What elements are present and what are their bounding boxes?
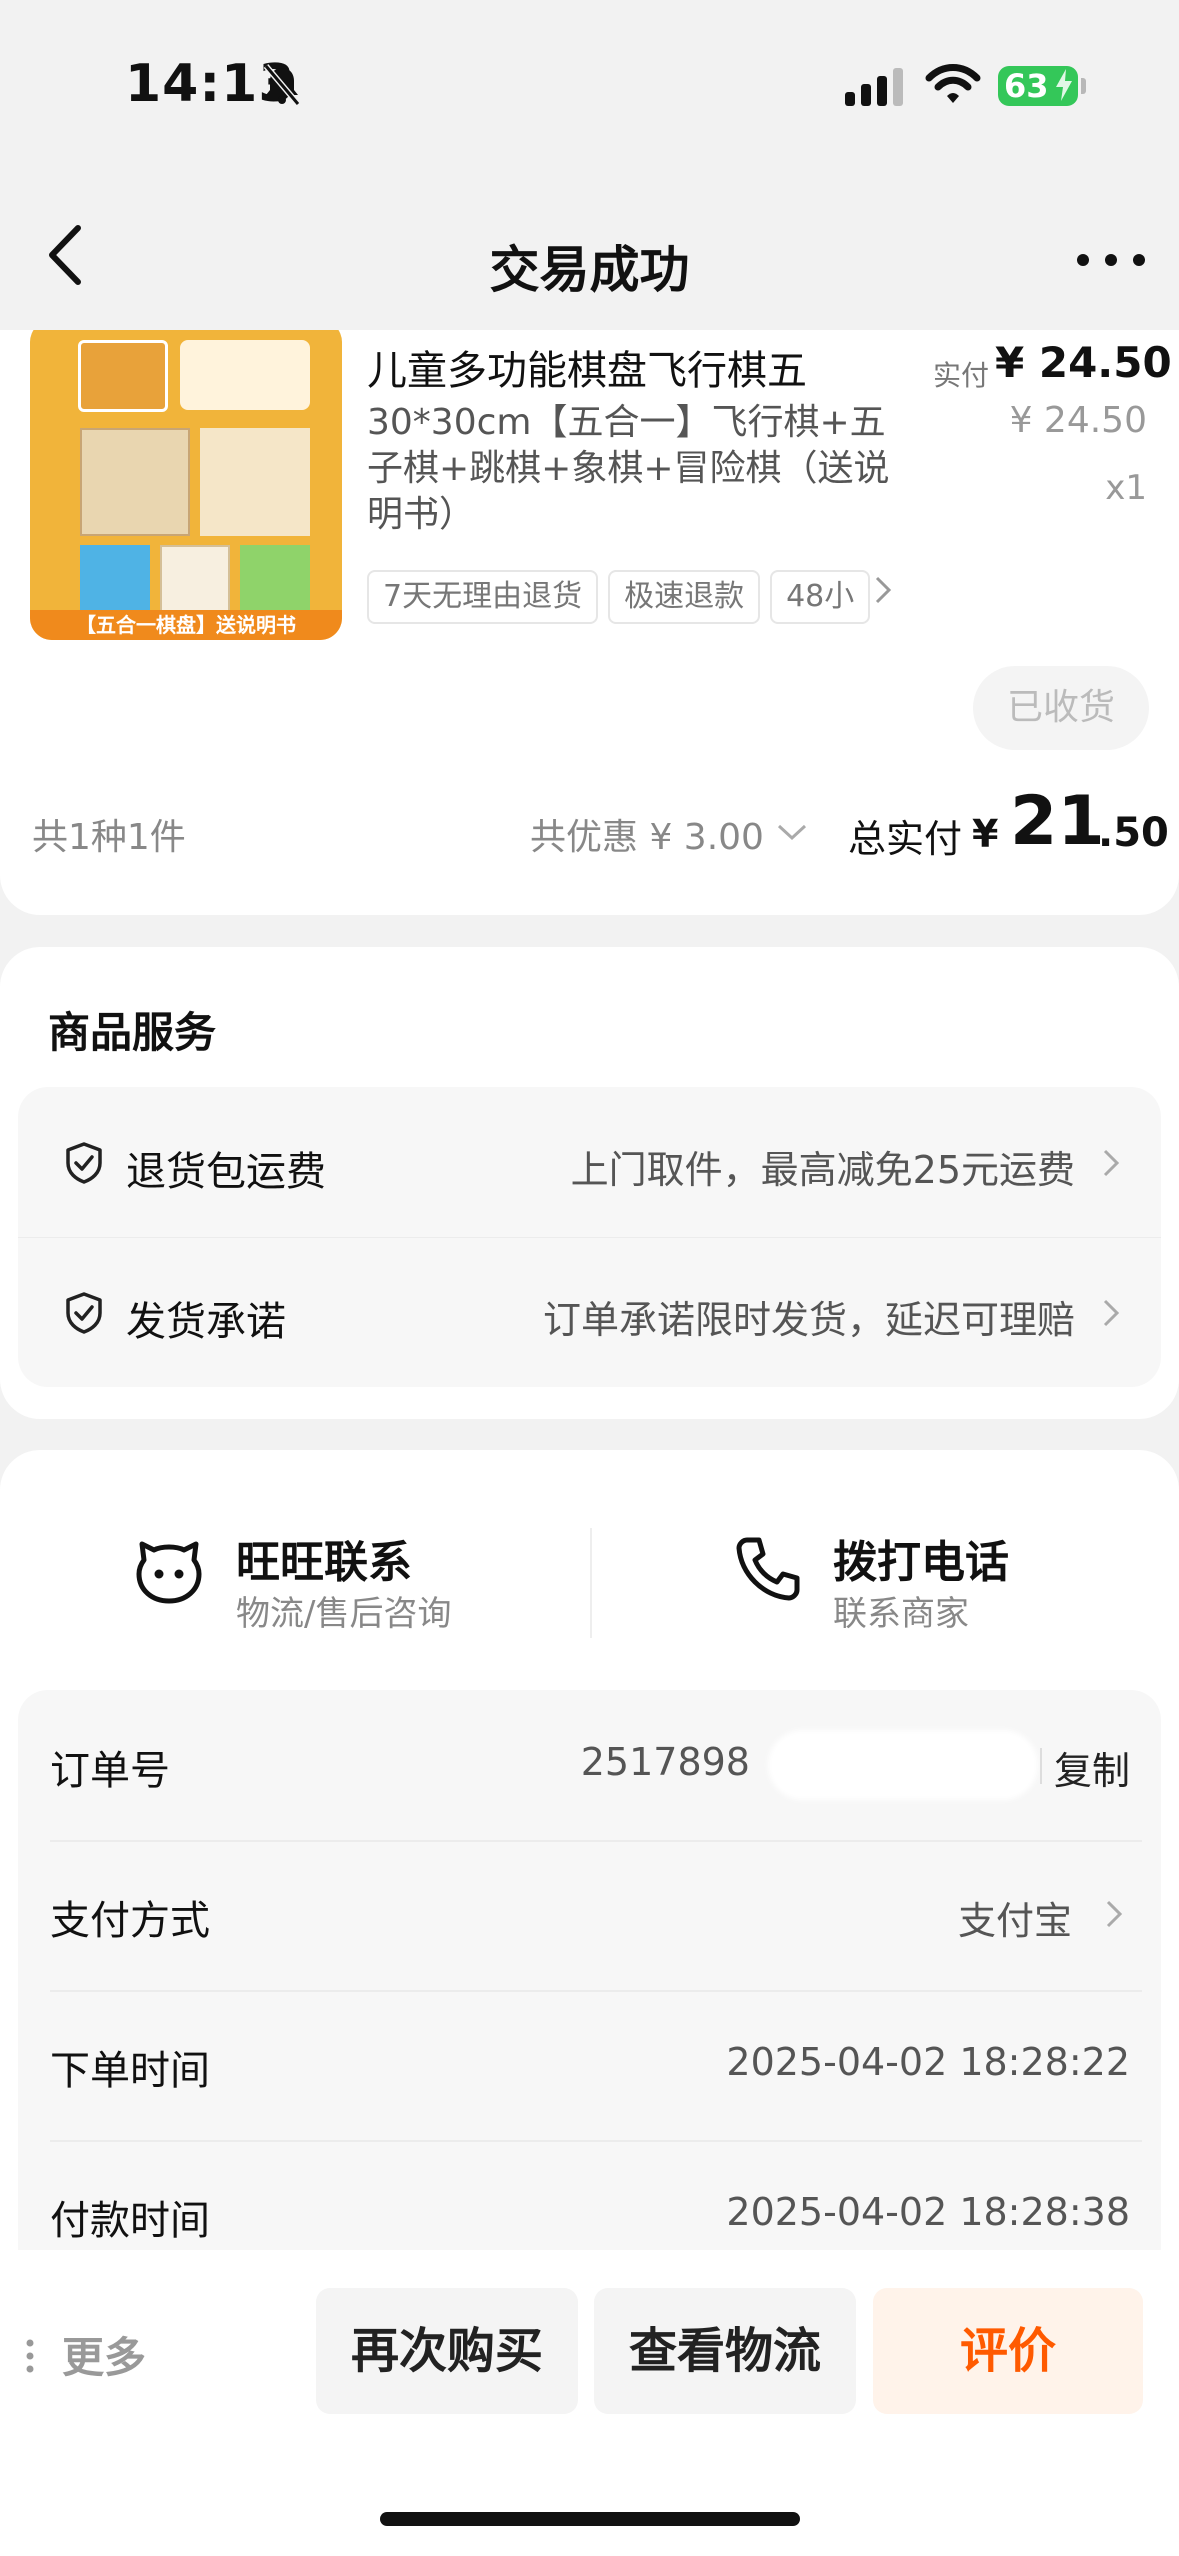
discount-total[interactable]: 共优惠 ¥ 3.00 — [530, 808, 764, 860]
services-title: 商品服务 — [48, 1008, 217, 1057]
service-row-return-shipping[interactable]: 退货包运费 上门取件，最高减免25元运费 — [18, 1087, 1161, 1237]
battery-indicator: 63 — [998, 66, 1078, 106]
thumb-board-art — [80, 428, 190, 536]
cellular-signal-icon — [845, 68, 903, 106]
redaction-mask — [768, 1730, 1038, 1800]
service-name: 发货承诺 — [126, 1299, 286, 1345]
status-bar: 14:13 63 — [0, 0, 1179, 170]
received-status-button[interactable]: 已收货 — [973, 666, 1149, 750]
service-desc: 订单承诺限时发货，延迟可理赔 — [542, 1298, 1075, 1342]
order-details-list: 订单号 2517898 复制 支付方式 支付宝 下单时间 2025-04-02 … — [18, 1690, 1161, 2310]
product-quantity: x1 — [1105, 468, 1147, 508]
more-label: 更多 — [62, 2333, 147, 2382]
service-tags[interactable]: 7天无理由退货 极速退款 48小 — [367, 570, 892, 626]
view-logistics-button[interactable]: 查看物流 — [594, 2288, 856, 2414]
shield-check-icon — [66, 1142, 102, 1184]
contact-title: 旺旺联系 — [236, 1537, 412, 1588]
order-number-value: 2517898 — [580, 1740, 750, 1784]
payment-time-label: 付款时间 — [50, 2198, 210, 2244]
service-name: 退货包运费 — [126, 1149, 326, 1195]
bottom-action-bar: 更多 再次购买 查看物流 评价 — [0, 2250, 1179, 2556]
copy-order-number-button[interactable]: 复制 — [1054, 1740, 1130, 1795]
tag-return: 7天无理由退货 — [367, 570, 599, 624]
tag-refund: 极速退款 — [608, 570, 761, 624]
phone-icon — [736, 1537, 800, 1601]
thumb-board-art — [200, 428, 310, 536]
divider — [590, 1528, 592, 1638]
vertical-dots-icon — [26, 2339, 34, 2373]
services-list: 退货包运费 上门取件，最高减免25元运费 发货承诺 订单承诺限时发货，延迟可理赔 — [18, 1087, 1161, 1387]
bell-muted-icon — [263, 64, 301, 106]
more-options-icon[interactable] — [1075, 250, 1147, 270]
wifi-icon — [925, 64, 981, 103]
review-button[interactable]: 评价 — [873, 2288, 1143, 2414]
thumb-board-art — [80, 545, 150, 615]
chevron-right-icon — [1103, 1299, 1120, 1327]
thumb-board-art — [240, 545, 310, 615]
order-product-card: 【五合一棋盘】送说明书 儿童多功能棋盘飞行棋五 30*30cm【五合一】飞行棋+… — [0, 330, 1179, 915]
item-count: 共1种1件 — [32, 817, 186, 858]
contact-subtitle: 物流/售后咨询 — [236, 1594, 452, 1634]
contact-title: 拨打电话 — [833, 1537, 1009, 1588]
thumb-box-art — [78, 340, 168, 412]
product-price: ¥ 24.50 — [995, 338, 1172, 387]
more-menu-button[interactable]: 更多 — [26, 2324, 146, 2385]
charging-bolt-icon — [1056, 69, 1072, 101]
payment-time-value: 2025-04-02 18:28:38 — [726, 2190, 1130, 2234]
product-original-price: ¥ 24.50 — [1009, 400, 1147, 441]
battery-cap — [1081, 78, 1086, 94]
total-currency: ¥ — [972, 812, 999, 856]
home-indicator[interactable] — [380, 2512, 800, 2526]
service-desc: 上门取件，最高减免25元运费 — [570, 1148, 1075, 1192]
shield-check-icon — [66, 1292, 102, 1334]
thumb-banner: 【五合一棋盘】送说明书 — [30, 610, 342, 640]
order-time-value: 2025-04-02 18:28:22 — [726, 2040, 1130, 2084]
chevron-right-icon[interactable] — [873, 574, 893, 606]
payment-method-value: 支付宝 — [957, 1899, 1072, 1943]
order-number-row: 订单号 2517898 复制 — [50, 1690, 1130, 1840]
contact-subtitle: 联系商家 — [833, 1594, 969, 1634]
chevron-right-icon — [1106, 1900, 1123, 1928]
order-time-label: 下单时间 — [50, 2048, 210, 2094]
payment-method-label: 支付方式 — [50, 1898, 210, 1944]
page-title: 交易成功 — [489, 241, 690, 299]
total-amount-integer: 21 — [1010, 782, 1105, 861]
product-thumbnail[interactable]: 【五合一棋盘】送说明书 — [30, 330, 342, 640]
product-services-card: 商品服务 退货包运费 上门取件，最高减免25元运费 发货承诺 订单承诺限时发货，… — [0, 947, 1179, 1419]
product-title[interactable]: 儿童多功能棋盘飞行棋五 — [367, 338, 887, 396]
nav-bar: 交易成功 — [0, 190, 1179, 330]
divider — [1040, 1748, 1042, 1784]
chevron-right-icon — [1103, 1149, 1120, 1177]
price-label: 实付 — [933, 359, 990, 392]
wangwang-chat-icon — [136, 1541, 202, 1604]
total-label: 总实付 — [848, 817, 963, 861]
thumb-board-art — [160, 545, 230, 615]
battery-level: 63 — [1004, 67, 1049, 105]
buy-again-button[interactable]: 再次购买 — [316, 2288, 578, 2414]
tag-shipping: 48小 — [770, 570, 871, 624]
order-time-row: 下单时间 2025-04-02 18:28:22 — [50, 1990, 1130, 2140]
product-spec: 30*30cm【五合一】飞行棋+五子棋+跳棋+象棋+冒险棋（送说明书） — [367, 402, 890, 535]
total-amount-decimal: .50 — [1098, 810, 1169, 856]
service-row-delivery-promise[interactable]: 发货承诺 订单承诺限时发货，延迟可理赔 — [18, 1237, 1161, 1387]
chevron-down-icon[interactable] — [776, 822, 808, 842]
order-number-label: 订单号 — [50, 1748, 170, 1794]
thumb-pieces-art — [180, 340, 310, 410]
payment-method-row[interactable]: 支付方式 支付宝 — [50, 1840, 1130, 1990]
